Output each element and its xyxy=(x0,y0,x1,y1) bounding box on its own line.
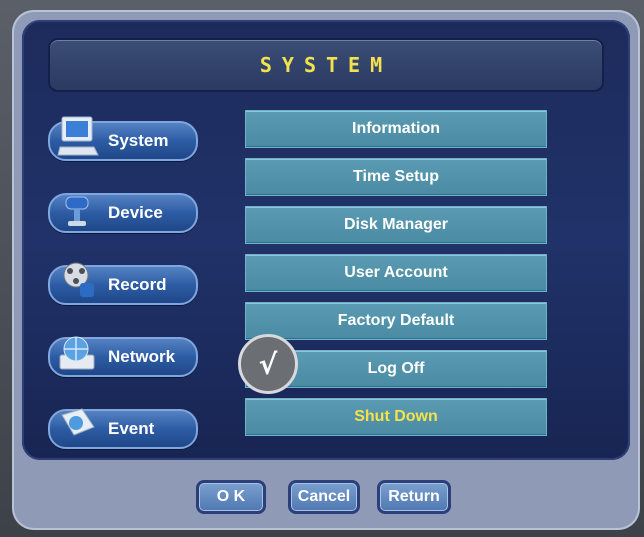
ok-button[interactable]: O K xyxy=(196,480,266,514)
return-button[interactable]: Return xyxy=(377,480,451,514)
computer-icon xyxy=(57,116,99,156)
title-bar: SYSTEM xyxy=(48,38,604,92)
menu-item-shut-down[interactable]: Shut Down xyxy=(245,398,547,436)
sidebar-item-record[interactable]: Record xyxy=(48,262,198,305)
film-reel-icon xyxy=(63,262,94,297)
menu-item-user-account[interactable]: User Account xyxy=(245,254,547,292)
sidebar-item-device[interactable]: Device xyxy=(48,193,198,233)
sidebar-item-label: Record xyxy=(108,275,167,294)
menu-item-time-setup[interactable]: Time Setup xyxy=(245,158,547,196)
sidebar-item-network[interactable]: Network xyxy=(48,336,198,377)
page-title: SYSTEM xyxy=(259,53,393,77)
checkmark-cursor-icon: √ xyxy=(238,334,298,394)
cancel-button[interactable]: Cancel xyxy=(288,480,360,514)
menu-item-factory-default[interactable]: Factory Default xyxy=(245,302,547,340)
sidebar-item-label: Device xyxy=(108,203,163,222)
event-icon xyxy=(61,408,95,436)
sidebar-item-label: System xyxy=(108,131,169,150)
menu-item-information[interactable]: Information xyxy=(245,110,547,148)
sidebar-item-label: Network xyxy=(108,347,176,366)
sidebar-item-system[interactable]: System xyxy=(48,116,198,161)
device-icon xyxy=(65,196,89,226)
sidebar-item-event[interactable]: Event xyxy=(48,408,198,449)
menu-item-disk-manager[interactable]: Disk Manager xyxy=(245,206,547,244)
globe-icon xyxy=(59,336,95,370)
sidebar-item-label: Event xyxy=(108,419,155,438)
